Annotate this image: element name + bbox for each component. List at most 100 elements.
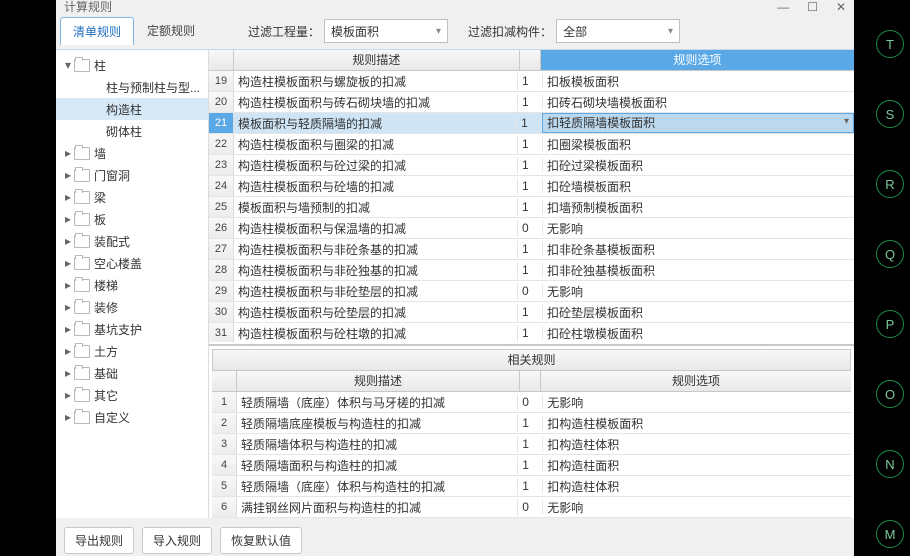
tree-item[interactable]: 砌体柱 [56, 120, 208, 142]
tab-list-rules[interactable]: 清单规则 [60, 17, 134, 45]
chevron-down-icon: ▾ [436, 26, 441, 37]
expander-icon[interactable]: ▾ [62, 59, 74, 71]
tree-item[interactable]: ▸墙 [56, 142, 208, 164]
tree-item[interactable]: ▸土方 [56, 340, 208, 362]
edge-marker[interactable]: T [876, 30, 904, 58]
related-row[interactable]: 4轻质隔墙面积与构造柱的扣减1扣构造柱面积 [212, 455, 851, 476]
restore-button[interactable]: 恢复默认值 [220, 527, 302, 554]
tab-quota-rules[interactable]: 定额规则 [134, 16, 208, 44]
chevron-down-icon: ▾ [844, 116, 849, 127]
expander-icon[interactable]: ▸ [62, 279, 74, 291]
expander-icon[interactable]: ▸ [62, 301, 74, 313]
rule-row[interactable]: 26构造柱模板面积与保温墙的扣减0无影响 [209, 218, 854, 239]
tree-item-label: 自定义 [94, 409, 204, 426]
rule-opt: 无影响 [543, 394, 851, 411]
rule-opt[interactable]: 扣轻质隔墙模板面积▾ [542, 113, 854, 133]
expander-icon[interactable]: ▸ [62, 235, 74, 247]
tree-item[interactable]: ▾柱 [56, 54, 208, 76]
rule-desc: 轻质隔墙面积与构造柱的扣减 [237, 457, 518, 474]
tree-item[interactable]: ▸基坑支护 [56, 318, 208, 340]
edge-marker[interactable]: M [876, 520, 904, 548]
related-row[interactable]: 1轻质隔墙（底座）体积与马牙槎的扣减0无影响 [212, 392, 851, 413]
tree-item[interactable]: ▸门窗洞 [56, 164, 208, 186]
expander-icon[interactable]: ▸ [62, 411, 74, 423]
rule-row[interactable]: 21模板面积与轻质隔墙的扣减1扣轻质隔墙模板面积▾ [209, 113, 854, 134]
folder-icon [74, 279, 90, 292]
component-tree[interactable]: ▾柱柱与预制柱与型...构造柱砌体柱▸墙▸门窗洞▸梁▸板▸装配式▸空心楼盖▸楼梯… [56, 50, 209, 518]
tree-item[interactable]: ▸基础 [56, 362, 208, 384]
expander-icon[interactable]: ▸ [62, 257, 74, 269]
tree-item[interactable]: ▸ 自定义 [56, 406, 208, 428]
edge-marker[interactable]: R [876, 170, 904, 198]
tree-item-label: 墙 [94, 145, 204, 162]
main-grid[interactable]: 19构造柱模板面积与螺旋板的扣减1扣板模板面积20构造柱模板面积与砖石砌块墙的扣… [209, 71, 854, 342]
edge-marker[interactable]: Q [876, 240, 904, 268]
expander-icon[interactable]: ▸ [62, 323, 74, 335]
tree-item[interactable]: 构造柱 [56, 98, 208, 120]
tree-item[interactable]: ▸空心楼盖 [56, 252, 208, 274]
tree-item[interactable]: ▸装修 [56, 296, 208, 318]
minimize-icon[interactable]: — [777, 0, 789, 14]
rule-desc: 模板面积与轻质隔墙的扣减 [234, 115, 517, 132]
tree-item[interactable]: ▸梁 [56, 186, 208, 208]
tree-item-label: 板 [94, 211, 204, 228]
edge-marker[interactable]: N [876, 450, 904, 478]
rule-row[interactable]: 27构造柱模板面积与非砼条基的扣减1扣非砼条基模板面积 [209, 239, 854, 260]
folder-icon [74, 411, 90, 424]
edge-markers: TSRQPONMLH [876, 30, 904, 556]
titlebar: 计算规则 — ☐ ✕ [56, 0, 854, 13]
rule-row[interactable]: 30构造柱模板面积与砼垫层的扣减1扣砼垫层模板面积 [209, 302, 854, 323]
rule-row[interactable]: 28构造柱模板面积与非砼独基的扣减1扣非砼独基模板面积 [209, 260, 854, 281]
rule-row[interactable]: 25模板面积与墙预制的扣减1扣墙预制模板面积 [209, 197, 854, 218]
edge-marker[interactable]: P [876, 310, 904, 338]
rule-opt-num: 1 [518, 416, 543, 430]
filter-qty-value: 模板面积 [331, 23, 379, 40]
rule-row[interactable]: 19构造柱模板面积与螺旋板的扣减1扣板模板面积 [209, 71, 854, 92]
edge-marker[interactable]: O [876, 380, 904, 408]
related-row[interactable]: 2轻质隔墙底座模板与构造柱的扣减1扣构造柱模板面积 [212, 413, 851, 434]
rule-opt: 扣非砼条基模板面积 [543, 241, 854, 258]
rule-row[interactable]: 31构造柱模板面积与砼柱墩的扣减1扣砼柱墩模板面积 [209, 323, 854, 342]
rule-opt: 扣砼柱墩模板面积 [543, 325, 854, 342]
rule-row[interactable]: 29构造柱模板面积与非砼垫层的扣减0无影响 [209, 281, 854, 302]
edge-marker[interactable]: S [876, 100, 904, 128]
rule-row[interactable]: 22构造柱模板面积与圈梁的扣减1扣圈梁模板面积 [209, 134, 854, 155]
maximize-icon[interactable]: ☐ [807, 0, 818, 14]
rule-opt-num: 1 [518, 326, 543, 340]
folder-icon [74, 389, 90, 402]
related-grid[interactable]: 1轻质隔墙（底座）体积与马牙槎的扣减0无影响2轻质隔墙底座模板与构造柱的扣减1扣… [212, 392, 851, 518]
expander-icon[interactable]: ▸ [62, 191, 74, 203]
tree-item[interactable]: ▸其它 [56, 384, 208, 406]
filter-qty-combo[interactable]: 模板面积 ▾ [324, 19, 448, 43]
rule-opt: 无影响 [543, 283, 854, 300]
close-icon[interactable]: ✕ [836, 0, 846, 14]
tree-item[interactable]: ▸装配式 [56, 230, 208, 252]
related-row[interactable]: 3轻质隔墙体积与构造柱的扣减1扣构造柱体积 [212, 434, 851, 455]
expander-icon[interactable]: ▸ [62, 169, 74, 181]
tree-item[interactable]: ▸板 [56, 208, 208, 230]
folder-icon [74, 235, 90, 248]
folder-icon [74, 323, 90, 336]
tree-item[interactable]: 柱与预制柱与型... [56, 76, 208, 98]
rule-opt: 扣构造柱模板面积 [543, 415, 851, 432]
row-number: 29 [209, 281, 234, 301]
rule-opt: 无影响 [543, 220, 854, 237]
expander-icon[interactable]: ▸ [62, 213, 74, 225]
expander-icon[interactable]: ▸ [62, 147, 74, 159]
rule-row[interactable]: 20构造柱模板面积与砖石砌块墙的扣减1扣砖石砌块墙模板面积 [209, 92, 854, 113]
rule-opt: 扣构造柱面积 [543, 457, 851, 474]
export-button[interactable]: 导出规则 [64, 527, 134, 554]
related-row[interactable]: 6满挂钢丝网片面积与构造柱的扣减0无影响 [212, 497, 851, 518]
expander-icon[interactable]: ▸ [62, 345, 74, 357]
filter-deduct-combo[interactable]: 全部 ▾ [556, 19, 680, 43]
import-button[interactable]: 导入规则 [142, 527, 212, 554]
chevron-down-icon: ▾ [668, 26, 673, 37]
expander-icon[interactable]: ▸ [62, 367, 74, 379]
tree-item[interactable]: ▸楼梯 [56, 274, 208, 296]
rule-opt-num: 0 [518, 284, 543, 298]
expander-icon[interactable]: ▸ [62, 389, 74, 401]
rule-row[interactable]: 24构造柱模板面积与砼墙的扣减1扣砼墙模板面积 [209, 176, 854, 197]
rule-row[interactable]: 23构造柱模板面积与砼过梁的扣减1扣砼过梁模板面积 [209, 155, 854, 176]
rule-opt: 扣砖石砌块墙模板面积 [543, 94, 854, 111]
related-row[interactable]: 5轻质隔墙（底座）体积与构造柱的扣减1扣构造柱体积 [212, 476, 851, 497]
